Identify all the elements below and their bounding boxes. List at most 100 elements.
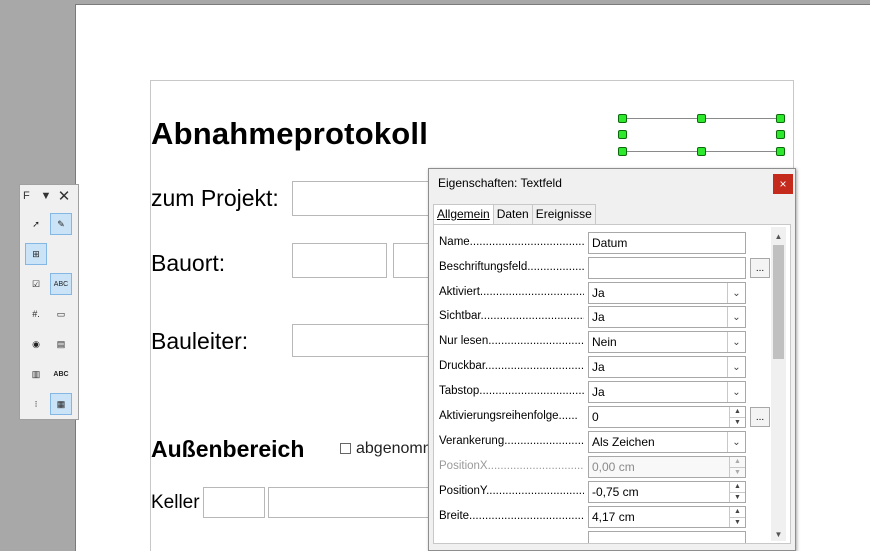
spin-value: 0,00 cm xyxy=(592,460,635,474)
spin-value: 0 xyxy=(592,410,599,424)
site-text-field-1[interactable] xyxy=(292,243,387,278)
spin-value: -0,75 cm xyxy=(592,485,639,499)
chevron-down-icon[interactable]: ⌄ xyxy=(727,382,745,402)
more-controls-icon[interactable]: ⁝ xyxy=(25,393,47,415)
width-spinfield[interactable]: 4,17 cm ▲ ▼ xyxy=(588,506,746,528)
resize-handle[interactable] xyxy=(618,114,627,123)
properties-scrollbar[interactable]: ▲ ▼ xyxy=(771,227,786,541)
enabled-dropdown[interactable]: Ja ⌄ xyxy=(588,282,746,304)
toolbar-close-icon[interactable]: ✕ xyxy=(55,187,73,205)
spin-up-icon[interactable]: ▲ xyxy=(730,407,745,417)
spin-down-icon: ▼ xyxy=(730,466,745,478)
tab-order-ellipsis-button[interactable]: ... xyxy=(750,407,770,427)
dropdown-value: Ja xyxy=(592,310,605,324)
property-row: Verankerung......................... Als… xyxy=(439,431,779,453)
chevron-down-icon[interactable]: ⌄ xyxy=(727,357,745,377)
spin-up-icon[interactable]: ▲ xyxy=(730,482,745,492)
tab-order-spinfield[interactable]: 0 ▲ ▼ xyxy=(588,406,746,428)
list-box-icon[interactable]: ▤ xyxy=(50,333,72,355)
push-button-icon[interactable]: ▭ xyxy=(50,303,72,325)
dropdown-value: Als Zeichen xyxy=(592,435,655,449)
resize-handle[interactable] xyxy=(618,147,627,156)
label-field-ellipsis-button[interactable]: ... xyxy=(750,258,770,278)
properties-panel: Name....................................… xyxy=(433,224,791,544)
form-design-icon[interactable]: ▦ xyxy=(50,393,72,415)
spin-buttons: ▲ ▼ xyxy=(729,457,745,477)
chevron-down-icon[interactable]: ⌄ xyxy=(727,432,745,452)
accepted-checkbox[interactable] xyxy=(340,443,351,454)
control-wizards-icon[interactable]: ⊞ xyxy=(25,243,47,265)
design-mode-icon[interactable]: ✎ xyxy=(50,213,72,235)
tab-events[interactable]: Ereignisse xyxy=(531,204,596,224)
height-spinfield[interactable] xyxy=(588,531,746,543)
label-field-icon[interactable]: ABC xyxy=(50,363,72,385)
cellar-label: Keller xyxy=(151,492,200,513)
property-row: Nur lesen...............................… xyxy=(439,331,779,353)
close-icon[interactable]: × xyxy=(773,174,793,194)
scroll-up-icon[interactable]: ▲ xyxy=(771,229,786,243)
checkbox-icon[interactable]: ☑ xyxy=(25,273,47,295)
anchor-dropdown[interactable]: Als Zeichen ⌄ xyxy=(588,431,746,453)
resize-handle[interactable] xyxy=(618,130,627,139)
name-field[interactable]: Datum xyxy=(588,232,746,254)
property-label: Aktiviert...............................… xyxy=(439,286,584,298)
text-box-icon[interactable]: ABC xyxy=(50,273,72,295)
resize-handle[interactable] xyxy=(776,114,785,123)
visible-dropdown[interactable]: Ja ⌄ xyxy=(588,306,746,328)
manager-label: Bauleiter: xyxy=(151,328,249,354)
tab-data[interactable]: Daten xyxy=(492,204,533,224)
read-only-dropdown[interactable]: Nein ⌄ xyxy=(588,331,746,353)
scroll-down-icon[interactable]: ▼ xyxy=(771,527,786,541)
resize-handle[interactable] xyxy=(776,147,785,156)
spin-up-icon: ▲ xyxy=(734,458,741,466)
spin-up-icon[interactable]: ▲ xyxy=(730,507,745,517)
property-row: PositionX...............................… xyxy=(439,456,779,478)
document-title: Abnahmeprotokoll xyxy=(151,116,429,151)
resize-handle[interactable] xyxy=(776,130,785,139)
property-row: Druckbar................................… xyxy=(439,356,779,378)
section-heading-outdoor: Außenbereich xyxy=(151,436,305,462)
project-text-field[interactable] xyxy=(292,181,432,216)
scrollbar-thumb[interactable] xyxy=(773,245,784,359)
property-label: PositionX...............................… xyxy=(439,460,584,472)
spin-buttons[interactable]: ▲ ▼ xyxy=(729,407,745,427)
tab-bar: Allgemein Daten Ereignisse xyxy=(433,204,596,225)
spin-value: 4,17 cm xyxy=(592,510,635,524)
tab-general[interactable]: Allgemein xyxy=(433,204,494,225)
manager-text-field[interactable] xyxy=(292,324,432,357)
option-button-icon[interactable]: ◉ xyxy=(25,333,47,355)
resize-handle[interactable] xyxy=(697,147,706,156)
property-label: Name....................................… xyxy=(439,236,584,248)
label-field-input[interactable] xyxy=(588,257,746,279)
property-label: PositionY...............................… xyxy=(439,485,584,497)
spin-buttons[interactable]: ▲ ▼ xyxy=(729,507,745,527)
resize-handle[interactable] xyxy=(697,114,706,123)
property-label: Tabstop.................................… xyxy=(439,385,584,397)
toolbar-menu-icon[interactable]: ▼ xyxy=(37,190,55,202)
site-label: Bauort: xyxy=(151,250,226,276)
cellar-text-field-1[interactable] xyxy=(203,487,265,518)
select-icon[interactable]: ➚ xyxy=(25,213,47,235)
chevron-down-icon[interactable]: ⌄ xyxy=(727,307,745,327)
combo-box-icon[interactable]: ▥ xyxy=(25,363,47,385)
property-row-partial xyxy=(439,531,779,543)
printable-dropdown[interactable]: Ja ⌄ xyxy=(588,356,746,378)
dropdown-value: Ja xyxy=(592,286,605,300)
chevron-down-icon[interactable]: ⌄ xyxy=(727,283,745,303)
property-label: Sichtbar................................… xyxy=(439,310,584,322)
cellar-text-field-2[interactable] xyxy=(268,487,433,518)
spin-down-icon[interactable]: ▼ xyxy=(730,416,745,428)
spin-down-icon[interactable]: ▼ xyxy=(730,491,745,503)
tabstop-dropdown[interactable]: Ja ⌄ xyxy=(588,381,746,403)
position-y-spinfield[interactable]: -0,75 cm ▲ ▼ xyxy=(588,481,746,503)
formatted-field-icon[interactable]: #. xyxy=(25,303,47,325)
spin-buttons[interactable]: ▲ ▼ xyxy=(729,482,745,502)
property-row: PositionY...............................… xyxy=(439,481,779,503)
spin-down-icon[interactable]: ▼ xyxy=(730,516,745,528)
dropdown-value: Ja xyxy=(592,385,605,399)
site-text-field-2[interactable] xyxy=(393,243,433,278)
chevron-down-icon[interactable]: ⌄ xyxy=(727,332,745,352)
toolbar-header[interactable]: F ▼ ✕ xyxy=(20,185,78,207)
property-row: Sichtbar................................… xyxy=(439,306,779,328)
property-label: Druckbar................................… xyxy=(439,360,584,372)
